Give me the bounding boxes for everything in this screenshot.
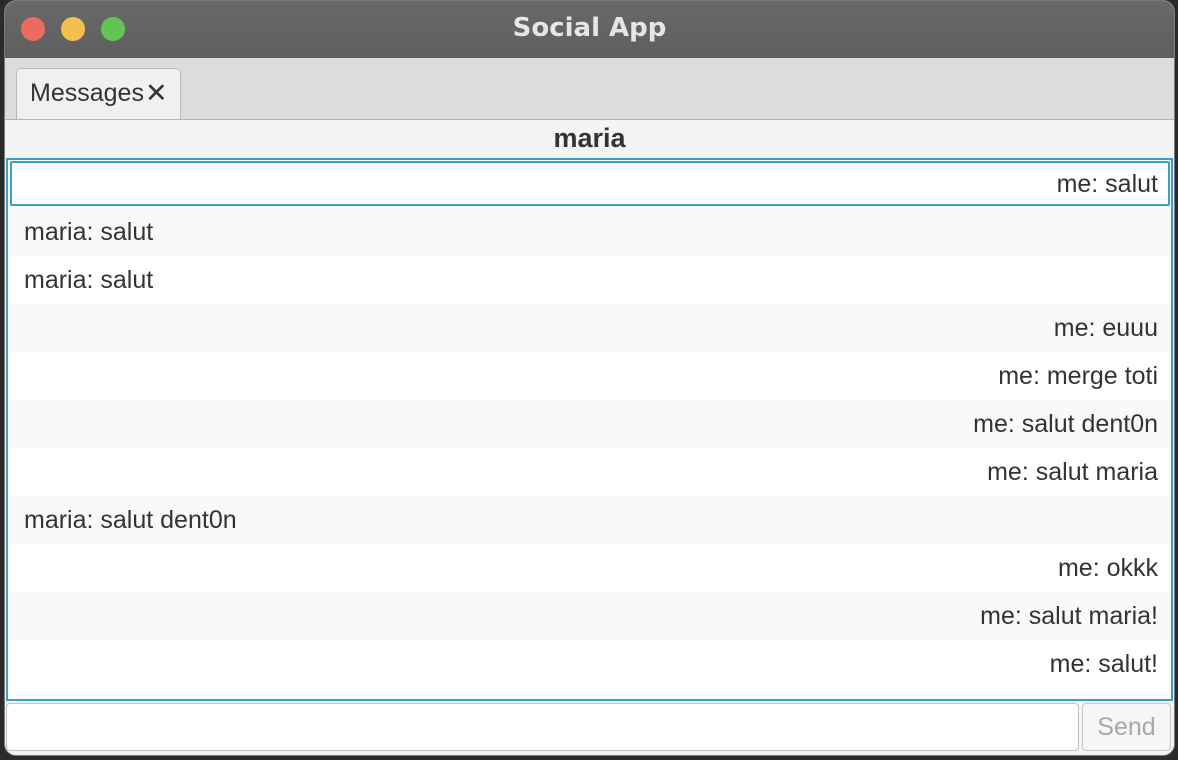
message-row[interactable]: maria: salut: [8, 208, 1171, 256]
title-bar[interactable]: Social App: [5, 1, 1174, 59]
message-row[interactable]: maria: salut: [8, 256, 1171, 304]
window-title: Social App: [512, 13, 667, 43]
message-row[interactable]: me: merge toti: [8, 352, 1171, 400]
tab-messages-label: Messages: [30, 79, 144, 107]
message-row[interactable]: me: salut: [8, 160, 1171, 208]
message-row[interactable]: maria: salut dent0n: [8, 496, 1171, 544]
messages-panel: maria me: salut maria: salut maria: salut m…: [5, 120, 1174, 755]
conversation-contact-name: maria: [553, 123, 626, 153]
message-row[interactable]: me: salut dent0n: [8, 400, 1171, 448]
message-row[interactable]: me: salut maria!: [8, 592, 1171, 640]
message-row[interactable]: me: euuu: [8, 304, 1171, 352]
message-row[interactable]: me: salut!: [8, 640, 1171, 688]
tab-bar: Messages ✕: [5, 58, 1174, 120]
message-input[interactable]: [6, 703, 1079, 751]
message-list[interactable]: me: salut maria: salut maria: salut me: euu…: [6, 158, 1173, 701]
message-row[interactable]: me: okkk: [8, 544, 1171, 592]
message-row[interactable]: me: salut maria: [8, 448, 1171, 496]
close-tab-icon[interactable]: ✕: [145, 78, 168, 109]
app-window: Social App Messages ✕ maria me: salut mar…: [4, 0, 1175, 756]
send-button[interactable]: Send: [1082, 703, 1171, 751]
tab-messages[interactable]: Messages ✕: [16, 68, 181, 119]
